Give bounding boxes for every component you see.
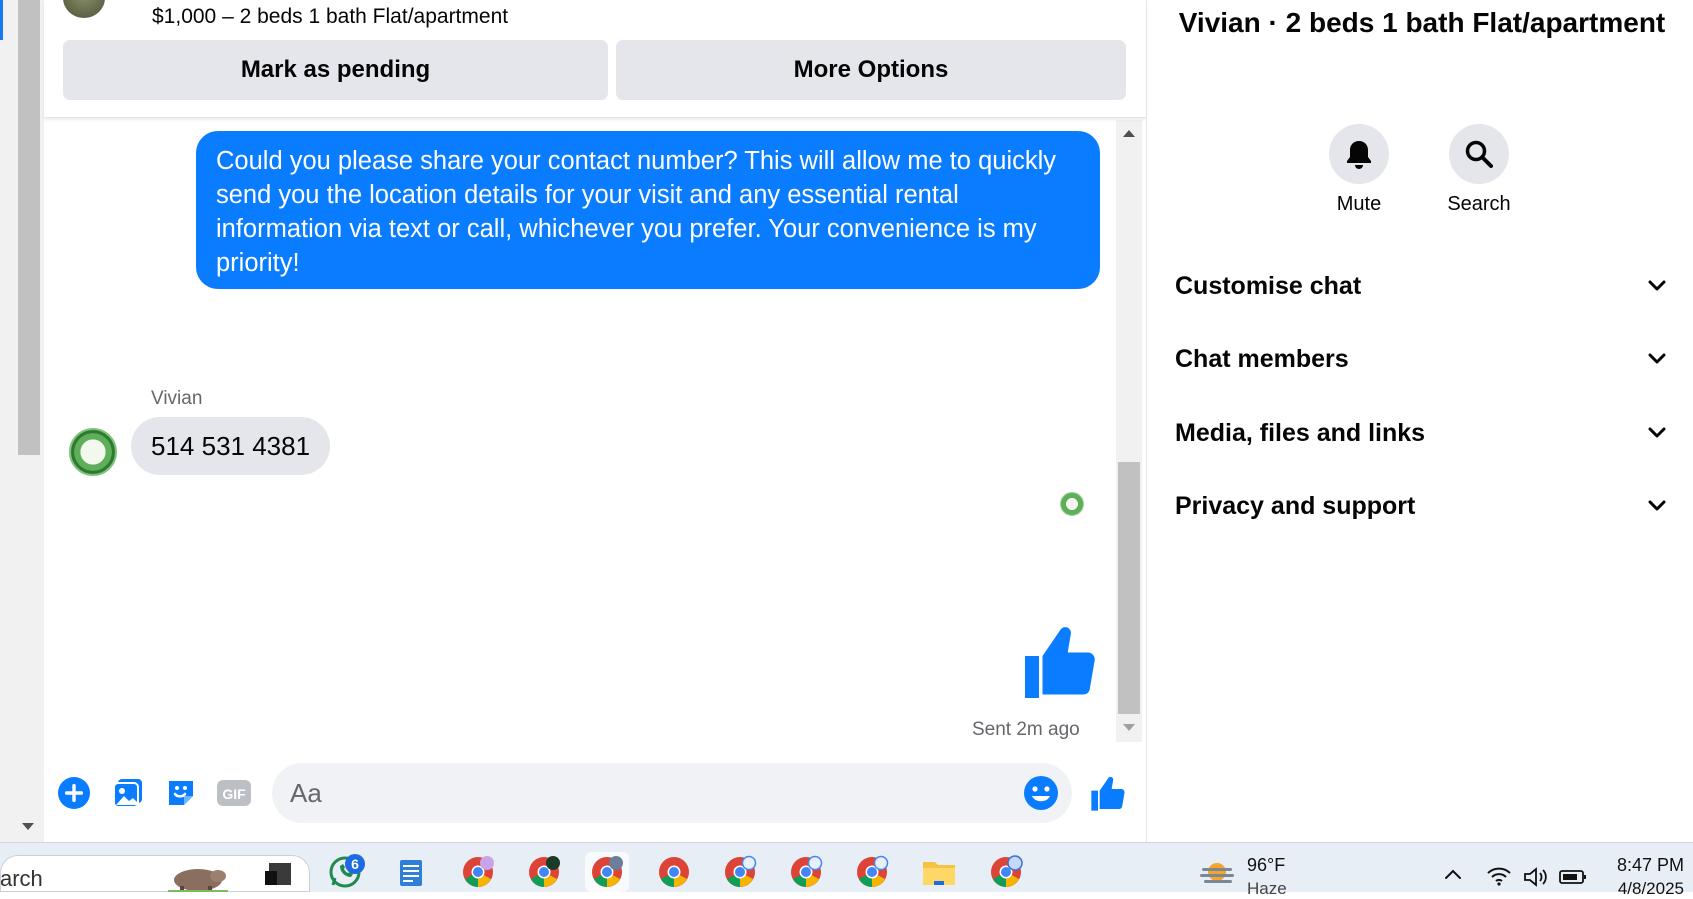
taskbar-app-chrome-profile-3[interactable]	[585, 852, 629, 892]
avatar[interactable]	[69, 428, 117, 476]
chat-members-section[interactable]: Chat members	[1160, 331, 1680, 387]
taskbar-app-chrome[interactable]	[652, 852, 696, 892]
taskbar-app-chrome-profile-7[interactable]	[984, 852, 1028, 892]
chevron-down-icon	[1648, 427, 1666, 438]
svg-text:GIF: GIF	[222, 786, 246, 802]
messages-scroll-down-arrow[interactable]	[1123, 724, 1135, 731]
weather-condition: Haze	[1247, 879, 1287, 898]
section-label: Media, files and links	[1175, 418, 1426, 447]
chrome-icon	[659, 857, 689, 887]
privacy-support-section[interactable]: Privacy and support	[1160, 478, 1680, 534]
chevron-down-icon	[1648, 353, 1666, 364]
chrome-icon	[592, 856, 623, 887]
message-input[interactable]	[272, 763, 1072, 823]
page-scrollbar[interactable]	[0, 0, 44, 842]
chrome-icon	[529, 856, 560, 887]
page-scroll-down-arrow[interactable]	[22, 823, 34, 830]
whatsapp-unread-badge: 6	[345, 854, 365, 874]
messages-scrollbar-thumb[interactable]	[1118, 462, 1140, 714]
sender-name: Vivian	[151, 388, 203, 409]
incoming-message-text: 514 531 4381	[151, 430, 311, 461]
chrome-icon	[791, 855, 823, 887]
messages-scroll-up-arrow[interactable]	[1123, 130, 1135, 137]
chevron-down-icon	[1648, 500, 1666, 511]
mute-label: Mute	[1336, 193, 1382, 215]
search-icon	[1465, 140, 1493, 168]
clock-time[interactable]: 8:47 PM	[1590, 855, 1684, 876]
taskbar-app-chrome-profile-4[interactable]	[718, 852, 762, 892]
taskbar-app-chrome-profile-1[interactable]	[456, 852, 500, 892]
taskbar-app-chrome-profile-6[interactable]	[850, 852, 894, 892]
taskbar-app-whatsapp[interactable]: 6	[323, 852, 367, 892]
chrome-icon	[725, 855, 757, 887]
chevron-down-icon	[1648, 280, 1666, 291]
page-scrollbar-thumb[interactable]	[18, 0, 40, 455]
gif-icon[interactable]: GIF	[215, 774, 253, 812]
messages-scrollbar[interactable]	[1116, 120, 1142, 742]
mark-as-pending-button[interactable]: Mark as pending	[63, 40, 608, 100]
outgoing-message-bubble: Could you please share your contact numb…	[196, 131, 1100, 289]
wifi-icon[interactable]	[1486, 866, 1512, 886]
battery-icon[interactable]	[1559, 869, 1587, 885]
taskbar-search-text: arch	[0, 866, 43, 891]
chrome-icon	[991, 855, 1023, 887]
panel-divider	[1146, 0, 1147, 842]
sticker-icon[interactable]	[162, 774, 200, 812]
weather-temperature: 96°F	[1247, 855, 1286, 875]
taskbar-app-file-explorer[interactable]	[917, 852, 961, 892]
plus-icon[interactable]	[55, 774, 93, 812]
notepad-icon	[400, 860, 422, 886]
more-options-button[interactable]: More Options	[616, 40, 1126, 100]
left-edge-accent	[0, 0, 3, 40]
taskbar-app-chrome-profile-5[interactable]	[784, 852, 828, 892]
conversation-title: Vivian · 2 beds 1 bath Flat/apartment	[1178, 7, 1666, 38]
mute-button[interactable]	[1329, 124, 1389, 184]
search-label: Search	[1447, 193, 1511, 215]
send-thumbs-up-icon[interactable]	[1088, 774, 1128, 814]
chrome-icon	[463, 856, 494, 887]
sent-thumbs-up-icon	[1025, 627, 1095, 698]
sent-status: Sent 2m ago	[972, 719, 1080, 740]
seen-indicator-avatar	[1060, 492, 1084, 516]
media-files-links-section[interactable]: Media, files and links	[1160, 405, 1680, 461]
emoji-icon[interactable]	[1022, 774, 1060, 812]
chrome-icon	[857, 855, 889, 887]
photo-icon[interactable]	[109, 774, 147, 812]
folder-icon	[923, 862, 955, 885]
taskbar-app-terminal[interactable]	[256, 852, 300, 892]
listing-title: $1,000 – 2 beds 1 bath Flat/apartment	[152, 5, 509, 28]
section-label: Customise chat	[1175, 271, 1362, 300]
haze-weather-icon	[1200, 863, 1234, 883]
incoming-message-bubble: 514 531 4381	[131, 417, 331, 475]
terminal-icon	[265, 863, 291, 885]
clock-date[interactable]: 4/8/2025	[1590, 879, 1684, 899]
customise-chat-section[interactable]: Customise chat	[1160, 258, 1680, 314]
chevron-up-icon[interactable]	[1444, 868, 1462, 880]
section-label: Privacy and support	[1175, 491, 1416, 520]
search-highlight-icon	[168, 869, 228, 892]
volume-icon[interactable]	[1522, 866, 1550, 888]
search-in-conversation-button[interactable]	[1449, 124, 1509, 184]
taskbar-app-chrome-profile-2[interactable]	[522, 852, 566, 892]
section-label: Chat members	[1175, 344, 1349, 373]
bell-icon	[1347, 141, 1371, 169]
taskbar-app-notepad[interactable]	[389, 852, 433, 892]
